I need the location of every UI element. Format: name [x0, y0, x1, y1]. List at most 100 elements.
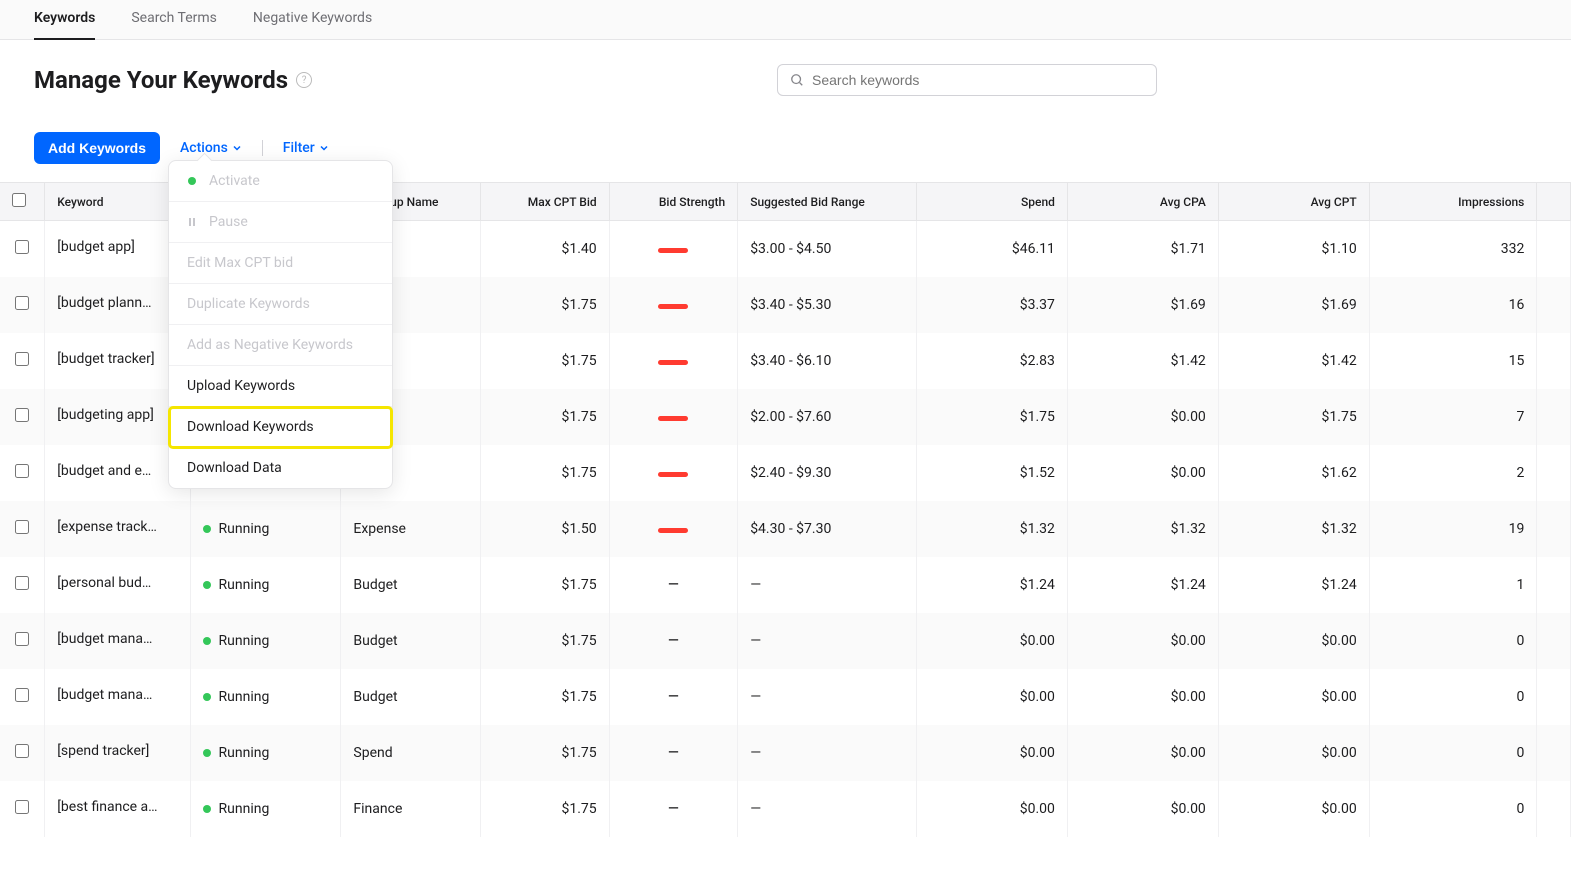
- action-activate[interactable]: Activate: [169, 161, 392, 202]
- tab-search-terms[interactable]: Search Terms: [131, 0, 217, 39]
- action-pause[interactable]: Pause: [169, 202, 392, 243]
- avgcpt-value: $1.75: [1218, 389, 1369, 445]
- running-dot-icon: [203, 525, 211, 533]
- status-text: Running: [219, 689, 270, 705]
- row-checkbox[interactable]: [15, 352, 29, 366]
- row-checkbox[interactable]: [15, 632, 29, 646]
- avgcpa-value: $1.42: [1067, 333, 1218, 389]
- avgcpt-value: $1.42: [1218, 333, 1369, 389]
- avgcpa-value: $1.32: [1067, 501, 1218, 557]
- action-upload-label: Upload Keywords: [187, 378, 295, 394]
- add-keywords-button[interactable]: Add Keywords: [34, 132, 160, 164]
- col-strength[interactable]: Bid Strength: [609, 183, 738, 221]
- maxcpt-value: $1.75: [481, 613, 610, 669]
- row-checkbox[interactable]: [15, 744, 29, 758]
- bid-strength-indicator: [658, 304, 688, 309]
- keyword-text[interactable]: [best finance a…: [57, 799, 157, 815]
- row-checkbox[interactable]: [15, 520, 29, 534]
- maxcpt-value: $1.40: [481, 221, 610, 278]
- keyword-text[interactable]: [budget mana…: [57, 631, 152, 647]
- keyword-text[interactable]: [budget tracker]: [57, 351, 154, 367]
- col-range[interactable]: Suggested Bid Range: [738, 183, 917, 221]
- row-checkbox[interactable]: [15, 688, 29, 702]
- row-checkbox[interactable]: [15, 576, 29, 590]
- keyword-text[interactable]: [expense track…: [57, 519, 157, 535]
- adgroup-name: Budget: [341, 669, 481, 725]
- bid-range: —: [738, 613, 917, 669]
- avgcpt-value: $1.69: [1218, 277, 1369, 333]
- action-download-data[interactable]: Download Data: [169, 448, 392, 488]
- bid-range: —: [738, 781, 917, 837]
- maxcpt-value: $1.50: [481, 501, 610, 557]
- keyword-text[interactable]: [budget app]: [57, 239, 135, 255]
- search-input[interactable]: [812, 72, 1144, 88]
- action-edit-bid-label: Edit Max CPT bid: [187, 255, 293, 271]
- avgcpt-value: $1.32: [1218, 501, 1369, 557]
- bid-range: —: [738, 725, 917, 781]
- status-text: Running: [219, 521, 270, 537]
- running-dot-icon: [203, 749, 211, 757]
- keyword-text[interactable]: [budget plann…: [57, 295, 151, 311]
- bid-strength-none: —: [668, 689, 679, 705]
- impressions-value: 15: [1369, 333, 1537, 389]
- action-add-negative[interactable]: Add as Negative Keywords: [169, 325, 392, 366]
- keyword-text[interactable]: [budget and e…: [57, 463, 151, 479]
- avgcpa-value: $1.24: [1067, 557, 1218, 613]
- select-all-checkbox[interactable]: [12, 193, 26, 207]
- table-row: [budget mana… Running Budget $1.75 — — $…: [0, 669, 1571, 725]
- bid-strength-none: —: [668, 745, 679, 761]
- avgcpt-value: $0.00: [1218, 725, 1369, 781]
- bid-strength-indicator: [658, 360, 688, 365]
- avgcpa-value: $0.00: [1067, 781, 1218, 837]
- bid-range: $3.40 - $5.30: [738, 277, 917, 333]
- maxcpt-value: $1.75: [481, 277, 610, 333]
- col-maxcpt[interactable]: Max CPT Bid: [481, 183, 610, 221]
- actions-button[interactable]: Actions: [180, 140, 242, 156]
- tab-keywords[interactable]: Keywords: [34, 0, 95, 40]
- action-download-keywords[interactable]: Download Keywords: [169, 407, 392, 448]
- action-duplicate[interactable]: Duplicate Keywords: [169, 284, 392, 325]
- row-checkbox[interactable]: [15, 464, 29, 478]
- table-row: [personal bud… Running Budget $1.75 — — …: [0, 557, 1571, 613]
- spend-value: $0.00: [917, 669, 1068, 725]
- help-icon[interactable]: ?: [296, 72, 312, 88]
- bid-strength-none: —: [668, 577, 679, 593]
- adgroup-name: Spend: [341, 725, 481, 781]
- avgcpa-value: $0.00: [1067, 669, 1218, 725]
- bid-range: $4.30 - $7.30: [738, 501, 917, 557]
- impressions-value: 1: [1369, 557, 1537, 613]
- impressions-value: 332: [1369, 221, 1537, 278]
- col-avgcpt[interactable]: Avg CPT: [1218, 183, 1369, 221]
- keyword-text[interactable]: [budget mana…: [57, 687, 152, 703]
- impressions-value: 0: [1369, 781, 1537, 837]
- action-upload[interactable]: Upload Keywords: [169, 366, 392, 407]
- action-edit-bid[interactable]: Edit Max CPT bid: [169, 243, 392, 284]
- keyword-text[interactable]: [personal bud…: [57, 575, 151, 591]
- col-avgcpa[interactable]: Avg CPA: [1067, 183, 1218, 221]
- filter-button[interactable]: Filter: [283, 140, 329, 156]
- chevron-down-icon: [232, 143, 242, 153]
- bid-strength-indicator: [658, 248, 688, 253]
- status-text: Running: [219, 801, 270, 817]
- page-header: Manage Your Keywords ?: [0, 40, 1571, 104]
- search-box[interactable]: [777, 64, 1157, 96]
- keyword-text[interactable]: [spend tracker]: [57, 743, 149, 759]
- bid-range: —: [738, 557, 917, 613]
- status-text: Running: [219, 745, 270, 761]
- table-row: [expense track… Running Expense $1.50 $4…: [0, 501, 1571, 557]
- action-add-negative-label: Add as Negative Keywords: [187, 337, 353, 353]
- bid-strength-none: —: [668, 801, 679, 817]
- tabs-bar: Keywords Search Terms Negative Keywords: [0, 0, 1571, 40]
- avgcpa-value: $1.71: [1067, 221, 1218, 278]
- avgcpa-value: $0.00: [1067, 613, 1218, 669]
- row-checkbox[interactable]: [15, 800, 29, 814]
- row-checkbox[interactable]: [15, 240, 29, 254]
- avgcpt-value: $1.62: [1218, 445, 1369, 501]
- keyword-text[interactable]: [budgeting app]: [57, 407, 154, 423]
- avgcpt-value: $0.00: [1218, 669, 1369, 725]
- col-impressions[interactable]: Impressions: [1369, 183, 1537, 221]
- tab-negative-keywords[interactable]: Negative Keywords: [253, 0, 372, 39]
- row-checkbox[interactable]: [15, 296, 29, 310]
- row-checkbox[interactable]: [15, 408, 29, 422]
- col-spend[interactable]: Spend: [917, 183, 1068, 221]
